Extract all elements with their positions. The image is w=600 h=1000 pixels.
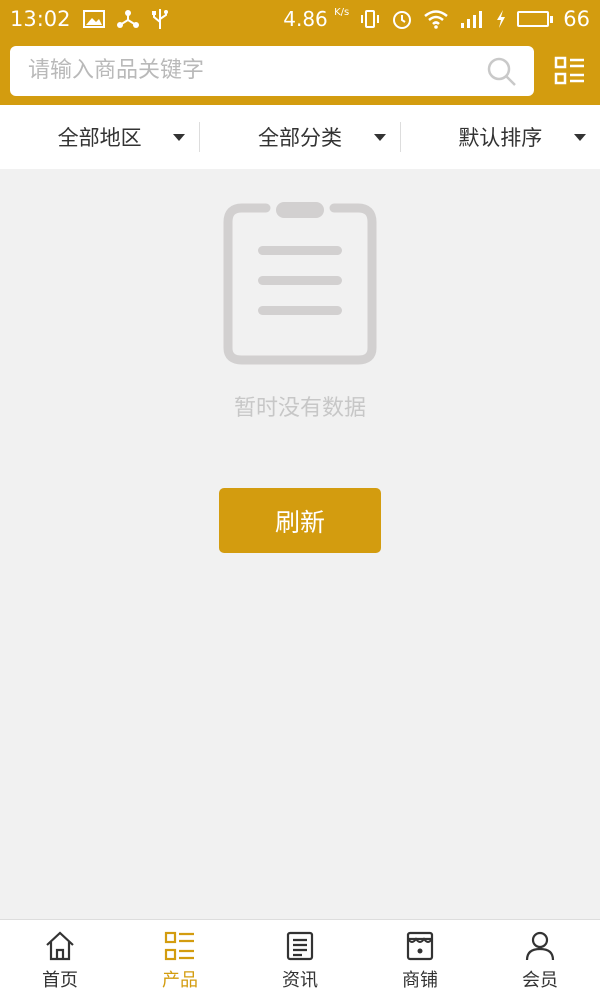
battery-icon: [517, 11, 554, 27]
status-time: 13:02: [10, 7, 71, 31]
filter-sort[interactable]: 默认排序: [401, 105, 600, 169]
nav-label: 首页: [42, 970, 78, 991]
charging-icon: [495, 9, 507, 29]
nav-label: 产品: [162, 970, 198, 991]
nav-news[interactable]: 资讯: [240, 920, 360, 1000]
caret-down-icon: [373, 134, 386, 141]
signal-icon: [459, 9, 485, 29]
vibrate-icon: [359, 9, 381, 29]
filter-category[interactable]: 全部分类: [200, 105, 399, 169]
product-grid-icon: [164, 930, 196, 962]
image-icon: [82, 10, 105, 28]
caret-down-icon: [573, 134, 586, 141]
refresh-button[interactable]: 刷新: [219, 488, 381, 553]
home-icon: [44, 930, 76, 962]
status-bar: 13:02 4.86 K/s 66: [0, 0, 600, 38]
shop-icon: [404, 930, 436, 962]
filter-region[interactable]: 全部地区: [0, 105, 199, 169]
nav-shop[interactable]: 商铺: [360, 920, 480, 1000]
usb-icon: [151, 8, 169, 30]
nav-home[interactable]: 首页: [0, 920, 120, 1000]
nav-label: 资讯: [282, 970, 318, 991]
clipboard-icon: [222, 200, 378, 366]
user-icon: [524, 930, 556, 962]
filter-label: 全部地区: [57, 126, 142, 150]
search-header: 请输入商品关键字: [0, 38, 600, 105]
alarm-icon: [391, 8, 413, 30]
empty-message: 暂时没有数据: [233, 396, 366, 421]
filter-label: 默认排序: [458, 126, 543, 150]
search-placeholder: 请输入商品关键字: [28, 58, 205, 83]
caret-down-icon: [173, 134, 186, 141]
category-menu-icon[interactable]: [554, 55, 586, 87]
battery-level: 66: [563, 7, 590, 31]
nav-member[interactable]: 会员: [480, 920, 600, 1000]
news-icon: [284, 930, 316, 962]
share-icon: [116, 9, 139, 29]
search-icon[interactable]: [486, 56, 518, 88]
filter-label: 全部分类: [257, 126, 342, 150]
network-speed: 4.86 K/s: [283, 7, 350, 31]
nav-products[interactable]: 产品: [120, 920, 240, 1000]
wifi-icon: [423, 9, 449, 29]
nav-label: 会员: [522, 970, 558, 991]
search-input[interactable]: 请输入商品关键字: [10, 46, 534, 96]
nav-label: 商铺: [402, 970, 438, 991]
bottom-nav: 首页 产品 资讯 商铺 会员: [0, 919, 600, 1000]
filter-bar: 全部地区 全部分类 默认排序: [0, 105, 600, 169]
